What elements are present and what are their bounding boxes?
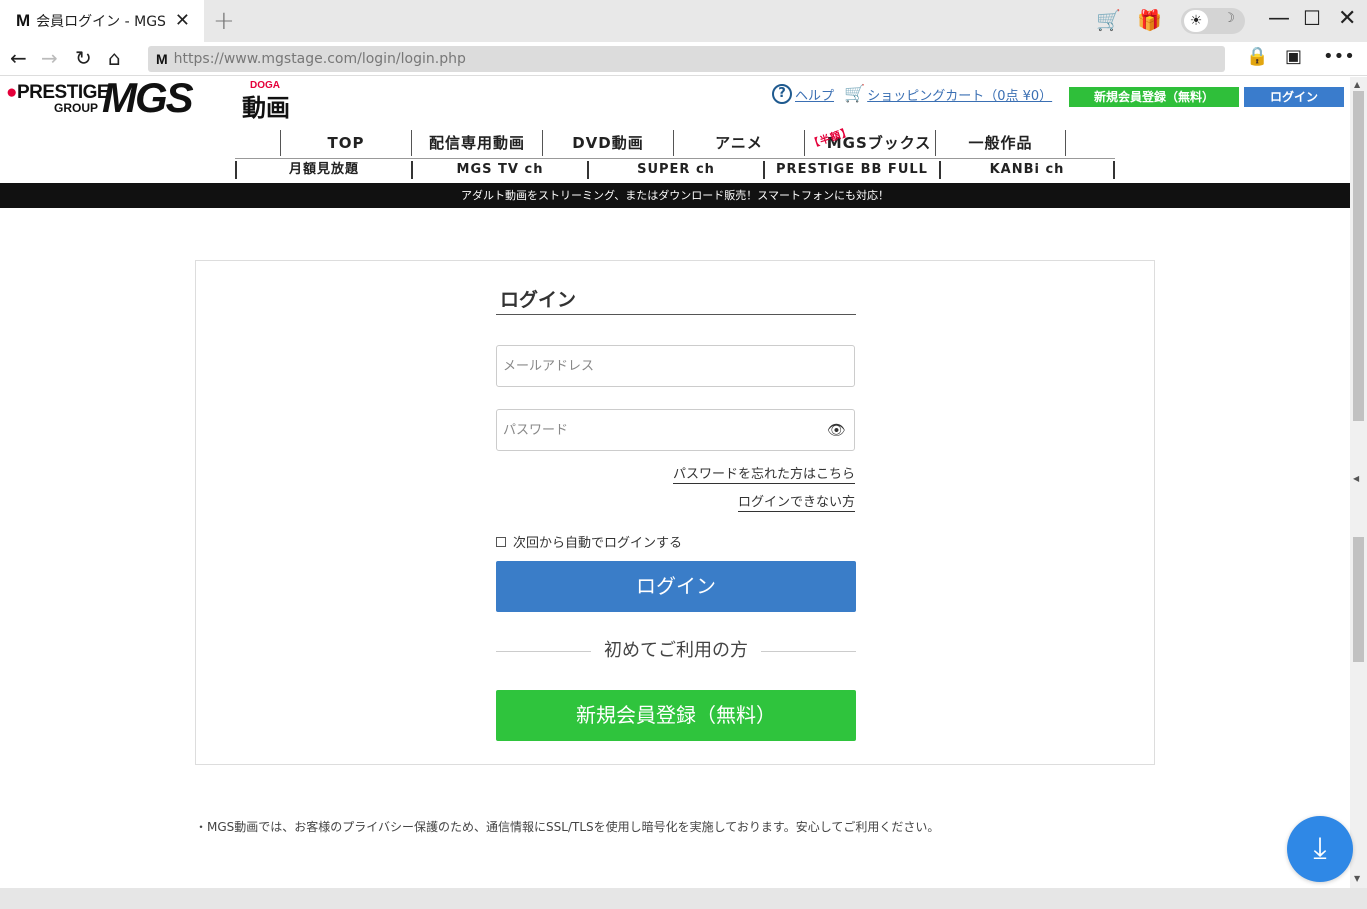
new-tab-icon[interactable]: + bbox=[213, 6, 235, 36]
logo-douga: 動画 bbox=[242, 94, 290, 122]
nav-item-dvd[interactable]: DVD動画 bbox=[542, 130, 673, 156]
half-price-badge: 【半額】 bbox=[808, 126, 854, 151]
site-banner: アダルト動画をストリーミング、またはダウンロード販売！スマートフォンにも対応！ bbox=[0, 183, 1350, 208]
minimize-icon[interactable]: — bbox=[1268, 6, 1290, 31]
cast-icon[interactable]: ▣ bbox=[1285, 46, 1302, 67]
tab-close-icon[interactable]: ✕ bbox=[175, 10, 190, 31]
theme-toggle[interactable]: ☀ ☽ bbox=[1181, 8, 1245, 34]
first-time-divider: 初めてご利用の方 bbox=[496, 639, 856, 663]
help-icon[interactable]: ? bbox=[772, 84, 792, 104]
scroll-down-icon[interactable]: ▼ bbox=[1354, 874, 1360, 883]
sub-nav: 月額見放題 MGS TV ch SUPER ch PRESTIGE BB FUL… bbox=[235, 161, 1115, 181]
subnav-item-getsugaku[interactable]: 月額見放題 bbox=[235, 161, 411, 179]
login-panel: ログイン 👁 パスワードを忘れた方はこちら ログインできない方 次回から自動でロ… bbox=[195, 260, 1155, 765]
page-content: ●PRESTIGE GROUP MGS DOGA 動画 ? ヘルプ 🛒 ショッピ… bbox=[0, 77, 1350, 888]
divider-line-right bbox=[761, 651, 856, 652]
browser-window: M 会員ログイン - MGS ✕ + 🛒 🎁 ☀ ☽ — ☐ ✕ ← → ↻ ⌂… bbox=[0, 0, 1367, 909]
moon-icon: ☽ bbox=[1223, 11, 1235, 26]
register-button-top[interactable]: 新規会員登録（無料） bbox=[1069, 87, 1239, 107]
back-icon[interactable]: ← bbox=[10, 46, 27, 70]
gift-icon[interactable]: 🎁 bbox=[1137, 8, 1162, 32]
nav-item-haishin[interactable]: 配信専用動画 bbox=[411, 130, 542, 156]
register-button[interactable]: 新規会員登録（無料） bbox=[496, 690, 856, 741]
subnav-item-mgstv[interactable]: MGS TV ch bbox=[411, 161, 587, 179]
scroll-thumb[interactable] bbox=[1353, 91, 1364, 421]
subnav-item-super[interactable]: SUPER ch bbox=[587, 161, 763, 179]
maximize-icon[interactable]: ☐ bbox=[1303, 6, 1321, 30]
nav-item-top[interactable]: TOP bbox=[280, 130, 411, 156]
tab-favicon-icon: M bbox=[16, 11, 31, 30]
login-button[interactable]: ログイン bbox=[496, 561, 856, 612]
cannot-login-link[interactable]: ログインできない方 bbox=[738, 491, 856, 512]
forgot-password-link[interactable]: パスワードを忘れた方はこちら bbox=[673, 463, 856, 484]
cart-icon[interactable]: 🛒 bbox=[1096, 8, 1121, 32]
scroll-thumb-secondary[interactable] bbox=[1353, 537, 1364, 662]
forward-icon[interactable]: → bbox=[41, 46, 58, 70]
email-input[interactable] bbox=[497, 346, 854, 386]
tab-title: 会員ログイン - MGS bbox=[36, 14, 166, 30]
eye-slash-icon[interactable]: 👁 bbox=[827, 421, 846, 439]
title-bar: M 会員ログイン - MGS ✕ + 🛒 🎁 ☀ ☽ — ☐ ✕ bbox=[0, 0, 1367, 42]
bottom-bar bbox=[0, 888, 1367, 909]
email-field[interactable] bbox=[496, 345, 855, 387]
subnav-item-kanbi[interactable]: KANBi ch bbox=[939, 161, 1115, 179]
login-button-top[interactable]: ログイン bbox=[1244, 87, 1344, 107]
reload-icon[interactable]: ↻ bbox=[75, 46, 92, 70]
more-icon[interactable]: ••• bbox=[1323, 46, 1355, 67]
nav-divider bbox=[235, 158, 1115, 159]
page-scrollbar[interactable]: ▲ ◀ ▼ bbox=[1350, 77, 1367, 888]
url-text[interactable]: https://www.mgstage.com/login/login.php bbox=[174, 51, 466, 67]
header-links: ? ヘルプ 🛒 ショッピングカート（0点 ¥0） bbox=[772, 83, 1062, 105]
shopping-cart-icon[interactable]: 🛒 bbox=[844, 84, 865, 104]
lock-icon[interactable]: 🔒 bbox=[1246, 46, 1268, 67]
address-bar: ← → ↻ ⌂ M https://www.mgstage.com/login/… bbox=[0, 42, 1367, 76]
nav-item-books[interactable]: 【半額】 MGSブックス bbox=[804, 126, 935, 156]
home-icon[interactable]: ⌂ bbox=[108, 46, 121, 70]
scroll-up-icon[interactable]: ▲ bbox=[1354, 80, 1360, 89]
auto-login-label: 次回から自動でログインする bbox=[513, 536, 683, 551]
url-field[interactable]: M https://www.mgstage.com/login/login.ph… bbox=[148, 46, 1225, 72]
help-link[interactable]: ヘルプ bbox=[795, 85, 834, 104]
main-nav: TOP 配信専用動画 DVD動画 アニメ 【半額】 MGSブックス 一般作品 bbox=[280, 126, 1066, 156]
subnav-item-prestige-bb[interactable]: PRESTIGE BB FULL bbox=[763, 161, 939, 179]
site-logo[interactable]: ●PRESTIGE GROUP MGS DOGA 動画 bbox=[6, 77, 296, 122]
logo-mgs: MGS bbox=[102, 77, 194, 121]
shopping-cart-link[interactable]: ショッピングカート（0点 ¥0） bbox=[867, 85, 1052, 104]
download-icon[interactable]: ⤓ bbox=[1287, 816, 1353, 882]
close-icon[interactable]: ✕ bbox=[1338, 6, 1356, 31]
url-favicon-icon: M bbox=[156, 51, 168, 67]
password-input[interactable] bbox=[497, 410, 854, 450]
nav-item-general[interactable]: 一般作品 bbox=[935, 130, 1066, 156]
sun-icon: ☀ bbox=[1184, 10, 1208, 32]
password-field[interactable]: 👁 bbox=[496, 409, 855, 451]
scroll-marker-icon: ◀ bbox=[1353, 474, 1360, 483]
logo-group: GROUP bbox=[54, 101, 99, 115]
auto-login-option[interactable]: 次回から自動でログインする bbox=[496, 532, 682, 551]
auto-login-checkbox[interactable] bbox=[496, 536, 506, 547]
privacy-note: ・MGS動画では、お客様のプライバシー保護のため、通信情報にSSL/TLSを使用… bbox=[195, 820, 940, 834]
browser-tab[interactable]: M 会員ログイン - MGS ✕ bbox=[0, 0, 204, 42]
login-title: ログイン bbox=[496, 285, 856, 315]
nav-item-anime[interactable]: アニメ bbox=[673, 130, 804, 156]
